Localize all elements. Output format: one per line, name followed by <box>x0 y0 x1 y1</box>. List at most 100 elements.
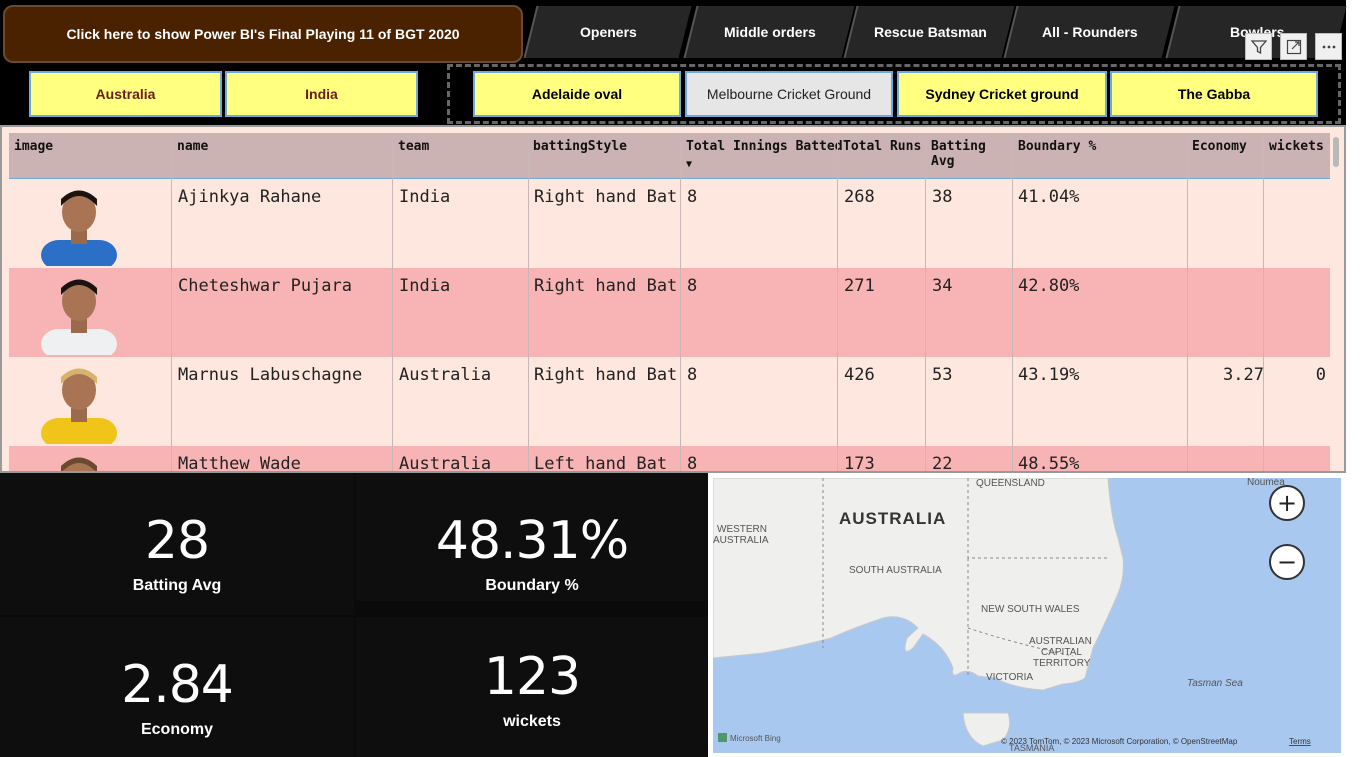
map-label-tasman-sea: Tasman Sea <box>1187 678 1243 689</box>
cell-innings: 8 <box>687 276 698 296</box>
map-title-australia: AUSTRALIA <box>839 509 946 528</box>
cell-name: Cheteshwar Pujara <box>178 276 352 296</box>
kpi-boundary-card[interactable]: 48.31% Boundary % <box>356 473 708 601</box>
table-scrollbar[interactable] <box>1333 137 1339 167</box>
ground-slicer-melbourne-cricket-ground[interactable]: Melbourne Cricket Ground <box>685 71 893 117</box>
cell-boundary: 43.19% <box>1018 365 1080 385</box>
cell-name: Ajinkya Rahane <box>178 187 322 207</box>
cell-batting-avg: 53 <box>932 365 953 385</box>
final-playing-11-button[interactable]: Click here to show Power BI's Final Play… <box>3 5 523 63</box>
zoom-in-button[interactable]: + <box>1269 485 1305 521</box>
cell-economy: 3.27 <box>1223 365 1264 385</box>
column-header-name[interactable]: name <box>177 139 208 154</box>
column-header-total-innings[interactable]: Total Innings Batted <box>686 139 843 154</box>
ground-slicer-the-gabba[interactable]: The Gabba <box>1110 71 1318 117</box>
table-row[interactable]: Matthew Wade Australia Left hand Bat 8 1… <box>9 446 1330 473</box>
cell-runs: 271 <box>844 276 875 296</box>
kpi-wickets-value: 123 <box>483 647 581 707</box>
kpi-card-area: 28 Batting Avg 48.31% Boundary % 2.84 Ec… <box>0 473 708 757</box>
cell-batting-avg: 22 <box>932 454 953 473</box>
cell-boundary: 48.55% <box>1018 454 1080 473</box>
column-header-batting-style[interactable]: battingStyle <box>533 139 627 154</box>
map-label-western-australia-2: AUSTRALIA <box>713 535 769 546</box>
cell-batting-style: Right hand Bat <box>534 365 678 385</box>
map-label-act-2: CAPITAL <box>1041 647 1082 658</box>
cell-name: Matthew Wade <box>178 454 301 473</box>
cell-batting-style: Left hand Bat <box>534 454 668 473</box>
kpi-batting-avg-card[interactable]: 28 Batting Avg <box>0 473 354 615</box>
cell-runs: 268 <box>844 187 875 207</box>
kpi-wickets-label: wickets <box>503 713 561 730</box>
tab-all-rounders[interactable]: All - Rounders <box>1003 6 1175 58</box>
map-canvas[interactable]: QUEENSLAND Noumea AUSTRALIA WESTERN AUST… <box>713 478 1341 753</box>
cell-wickets: 0 <box>1315 365 1326 385</box>
cell-team: India <box>399 276 451 296</box>
zoom-out-button[interactable]: − <box>1269 544 1305 580</box>
column-header-image[interactable]: image <box>14 139 53 154</box>
tab-openers[interactable]: Openers <box>523 6 692 58</box>
cell-runs: 173 <box>844 454 875 473</box>
cell-innings: 8 <box>687 187 698 207</box>
map-label-south-australia: SOUTH AUSTRALIA <box>849 565 942 576</box>
tab-middle-orders-label: Middle orders <box>724 24 816 40</box>
tab-all-rounders-label: All - Rounders <box>1042 24 1138 40</box>
venue-map[interactable]: QUEENSLAND Noumea AUSTRALIA WESTERN AUST… <box>709 473 1346 757</box>
tab-rescue-batsman-label: Rescue Batsman <box>873 24 987 40</box>
cell-name: Marnus Labuschagne <box>178 365 363 385</box>
team-slicer-india[interactable]: India <box>225 71 418 117</box>
column-header-boundary[interactable]: Boundary % <box>1018 139 1096 154</box>
bing-logo-text: Microsoft Bing <box>730 734 781 743</box>
tab-middle-orders[interactable]: Middle orders <box>683 6 855 58</box>
player-photo <box>41 279 117 355</box>
cell-batting-style: Right hand Bat <box>534 187 678 207</box>
kpi-economy-value: 2.84 <box>121 655 234 715</box>
column-header-team[interactable]: team <box>398 139 429 154</box>
column-header-wickets[interactable]: wickets <box>1269 139 1324 154</box>
table-row[interactable]: Marnus Labuschagne Australia Right hand … <box>9 357 1330 446</box>
tab-rescue-batsman[interactable]: Rescue Batsman <box>843 6 1015 58</box>
column-header-economy[interactable]: Economy <box>1192 139 1247 154</box>
kpi-economy-label: Economy <box>140 721 213 738</box>
kpi-batting-avg-label: Batting Avg <box>132 577 222 594</box>
focus-mode-icon[interactable] <box>1280 33 1307 60</box>
player-stats-table: image name team battingStyle Total Innin… <box>0 125 1346 473</box>
cell-runs: 426 <box>844 365 875 385</box>
kpi-boundary-value: 48.31% <box>435 511 629 571</box>
player-photo <box>41 368 117 444</box>
column-header-batting-avg[interactable]: Batting Avg <box>931 139 1001 169</box>
cell-batting-avg: 38 <box>932 187 953 207</box>
kpi-wickets-card[interactable]: 123 wickets <box>356 617 708 757</box>
map-terms-link[interactable]: Terms <box>1289 737 1311 746</box>
column-header-total-runs[interactable]: Total Runs <box>843 139 921 154</box>
cell-batting-avg: 34 <box>932 276 953 296</box>
table-row[interactable]: Cheteshwar Pujara India Right hand Bat 8… <box>9 268 1330 357</box>
cell-boundary: 41.04% <box>1018 187 1080 207</box>
cell-team: Australia <box>399 365 492 385</box>
cell-boundary: 42.80% <box>1018 276 1080 296</box>
map-label-act-1: AUSTRALIAN <box>1029 636 1092 647</box>
player-photo <box>41 190 117 266</box>
cell-team: India <box>399 187 451 207</box>
sort-descending-icon: ▼ <box>686 159 693 170</box>
tab-openers-label: Openers <box>580 24 637 40</box>
ground-slicer-adelaide-oval[interactable]: Adelaide oval <box>473 71 681 117</box>
ground-slicer-sydney-cricket-ground[interactable]: Sydney Cricket ground <box>897 71 1107 117</box>
cell-innings: 8 <box>687 454 698 473</box>
player-photo <box>61 457 97 471</box>
map-label-victoria: VICTORIA <box>986 672 1033 683</box>
cell-batting-style: Right hand Bat <box>534 276 678 296</box>
team-slicer-australia[interactable]: Australia <box>29 71 222 117</box>
more-options-icon[interactable] <box>1315 33 1342 60</box>
cell-team: Australia <box>399 454 492 473</box>
kpi-boundary-label: Boundary % <box>485 577 579 594</box>
table-header-row: image name team battingStyle Total Innin… <box>9 133 1330 179</box>
filter-icon[interactable] <box>1245 33 1272 60</box>
map-label-act-3: TERRITORY <box>1033 658 1091 669</box>
map-label-nsw: NEW SOUTH WALES <box>981 604 1080 615</box>
kpi-batting-avg-value: 28 <box>144 511 210 571</box>
table-row[interactable]: Ajinkya Rahane India Right hand Bat 8 26… <box>9 179 1330 268</box>
kpi-economy-card[interactable]: 2.84 Economy <box>0 617 354 757</box>
map-attribution: © 2023 TomTom, © 2023 Microsoft Corporat… <box>1001 737 1238 746</box>
map-label-queensland: QUEENSLAND <box>976 478 1045 489</box>
map-label-western-australia-1: WESTERN <box>717 524 767 535</box>
